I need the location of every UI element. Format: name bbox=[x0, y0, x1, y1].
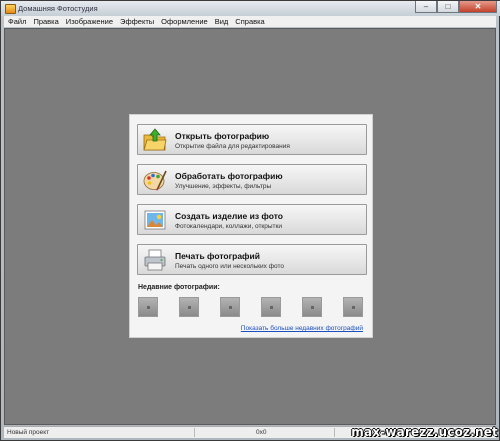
open-photo-title: Открыть фотографию bbox=[175, 131, 270, 141]
status-divider bbox=[334, 428, 335, 437]
menu-design[interactable]: Оформление bbox=[157, 17, 211, 26]
window-controls: – □ ✕ bbox=[415, 1, 497, 14]
recent-photo-thumb[interactable] bbox=[261, 297, 281, 317]
photo-frame-icon bbox=[144, 210, 166, 230]
open-photo-button[interactable]: Открыть фотографию Открытие файла для ре… bbox=[137, 124, 367, 155]
title-bar[interactable]: Домашняя Фотостудия – □ ✕ bbox=[1, 1, 500, 16]
menu-edit[interactable]: Правка bbox=[29, 17, 61, 26]
recent-photo-thumb[interactable] bbox=[343, 297, 363, 317]
create-product-button[interactable]: Создать изделие из фото Фотокалендари, к… bbox=[137, 204, 367, 235]
menu-image[interactable]: Изображение bbox=[62, 17, 116, 26]
status-size: 0x0 bbox=[256, 429, 267, 436]
watermark-text: max-warezz.ucoz.net bbox=[351, 425, 498, 439]
menu-bar: Файл Правка Изображение Эффекты Оформлен… bbox=[4, 16, 496, 27]
folder-open-icon bbox=[143, 128, 167, 151]
process-photo-title: Обработать фотографию bbox=[175, 171, 283, 181]
printer-icon bbox=[144, 249, 166, 271]
create-product-title: Создать изделие из фото bbox=[175, 211, 283, 221]
print-photos-subtitle: Печать одного или нескольких фото bbox=[175, 263, 284, 270]
open-photo-subtitle: Открытие файла для редактирования bbox=[175, 143, 290, 150]
close-button[interactable]: ✕ bbox=[459, 1, 497, 13]
process-photo-button[interactable]: Обработать фотографию Улучшение, эффекты… bbox=[137, 164, 367, 195]
minimize-button[interactable]: – bbox=[415, 1, 437, 13]
status-divider bbox=[194, 428, 195, 437]
recent-photo-thumb[interactable] bbox=[220, 297, 240, 317]
menu-effects[interactable]: Эффекты bbox=[116, 17, 157, 26]
recent-photo-thumb[interactable] bbox=[179, 297, 199, 317]
app-window: Домашняя Фотостудия – □ ✕ Файл Правка Из… bbox=[0, 0, 500, 441]
recent-photo-thumb[interactable] bbox=[302, 297, 322, 317]
window-title: Домашняя Фотостудия bbox=[18, 4, 98, 13]
start-panel: Открыть фотографию Открытие файла для ре… bbox=[129, 114, 373, 338]
maximize-button[interactable]: □ bbox=[437, 1, 459, 13]
status-project: Новый проект bbox=[7, 429, 50, 436]
print-photos-title: Печать фотографий bbox=[175, 251, 260, 261]
recent-photo-thumb[interactable] bbox=[138, 297, 158, 317]
menu-file[interactable]: Файл bbox=[4, 17, 29, 26]
recent-photos-label: Недавние фотографии: bbox=[138, 284, 220, 291]
process-photo-subtitle: Улучшение, эффекты, фильтры bbox=[175, 183, 272, 190]
app-icon bbox=[5, 4, 16, 14]
create-product-subtitle: Фотокалендари, коллажи, открытки bbox=[175, 223, 283, 230]
recent-photos-strip bbox=[138, 297, 366, 317]
palette-icon bbox=[143, 170, 167, 191]
menu-view[interactable]: Вид bbox=[211, 17, 232, 26]
menu-help[interactable]: Справка bbox=[231, 17, 267, 26]
more-recent-photos-link[interactable]: Показать больше недавних фотографий bbox=[241, 325, 363, 332]
print-photos-button[interactable]: Печать фотографий Печать одного или неск… bbox=[137, 244, 367, 275]
